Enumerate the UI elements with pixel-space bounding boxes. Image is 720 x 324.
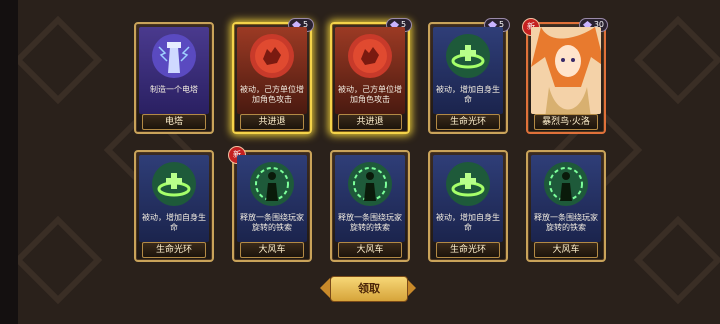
card-description: 释放一条围绕玩家旋转的铁索 (534, 213, 598, 232)
skill-card-together[interactable]: 5 被动，己方单位增加角色攻击 共进退 (330, 18, 412, 134)
card-description: 被动，己方单位增加角色攻击 (240, 85, 304, 104)
skill-card-tower[interactable]: 制造一个电塔 电塔 (134, 22, 214, 134)
card-title: 共进退 (240, 114, 304, 130)
card-art-panel: 被动，增加自身生命 (433, 27, 503, 114)
skill-card-windmill[interactable]: 新 释放一条围绕玩家旋转的铁索 大风车 (228, 146, 312, 262)
card-description: 被动，增加自身生命 (142, 213, 206, 232)
heal-ring-icon (446, 34, 490, 78)
card-description: 被动，增加自身生命 (436, 213, 500, 232)
card-art-panel: 释放一条围绕玩家旋转的铁索 (237, 155, 307, 242)
card-title: 生命光环 (436, 242, 500, 258)
card-title: 生命光环 (142, 242, 206, 258)
claim-button[interactable]: 领取 (320, 274, 416, 302)
tower-icon (152, 34, 196, 78)
card-description: 制造一个电塔 (150, 85, 198, 94)
heal-ring-icon (446, 162, 490, 206)
heal-ring-icon (152, 162, 196, 206)
skill-card-windmill[interactable]: 释放一条围绕玩家旋转的铁索 大风车 (330, 150, 410, 262)
claim-button-label: 领取 (330, 276, 408, 302)
card-art-panel: 释放一条围绕玩家旋转的铁索 (531, 155, 601, 242)
skill-card-together[interactable]: 5 被动，己方单位增加角色攻击 共进退 (232, 18, 314, 134)
skill-card-life-aura[interactable]: 被动，增加自身生命 生命光环 (134, 150, 214, 262)
card-title: 共进退 (338, 114, 402, 130)
card-title: 电塔 (142, 114, 206, 130)
red-fist-icon (250, 34, 294, 78)
card-title: 大风车 (534, 242, 598, 258)
red-fist-icon (348, 34, 392, 78)
card-title: 暴烈鸟·火洛 (534, 114, 598, 130)
skill-card-life-aura[interactable]: 被动，增加自身生命 生命光环 (428, 150, 508, 262)
card-art-panel: 被动，增加自身生命 (139, 155, 209, 242)
skill-card-life-aura[interactable]: 5 被动，增加自身生命 生命光环 (428, 18, 510, 134)
spin-chain-icon (544, 162, 588, 206)
spin-chain-icon (250, 162, 294, 206)
hero-card-fire-bird[interactable]: 新 30 暴烈鸟·火洛 (522, 18, 608, 134)
card-art-panel: 被动，己方单位增加角色攻击 (335, 27, 405, 114)
skill-card-windmill[interactable]: 释放一条围绕玩家旋转的铁索 大风车 (526, 150, 606, 262)
card-art-panel: 释放一条围绕玩家旋转的铁索 (335, 155, 405, 242)
card-description: 被动，己方单位增加角色攻击 (338, 85, 402, 104)
left-edge-bar (0, 0, 18, 324)
card-description: 释放一条围绕玩家旋转的铁索 (338, 213, 402, 232)
card-art-panel: 被动，己方单位增加角色攻击 (237, 27, 307, 114)
card-title: 大风车 (240, 242, 304, 258)
card-description: 释放一条围绕玩家旋转的铁索 (240, 213, 304, 232)
hero-portrait (531, 27, 601, 114)
card-title: 生命光环 (436, 114, 500, 130)
card-description: 被动，增加自身生命 (436, 85, 500, 104)
card-title: 大风车 (338, 242, 402, 258)
spin-chain-icon (348, 162, 392, 206)
card-art-panel: 被动，增加自身生命 (433, 155, 503, 242)
hero-portrait-art (531, 27, 601, 114)
card-art-panel: 制造一个电塔 (139, 27, 209, 114)
